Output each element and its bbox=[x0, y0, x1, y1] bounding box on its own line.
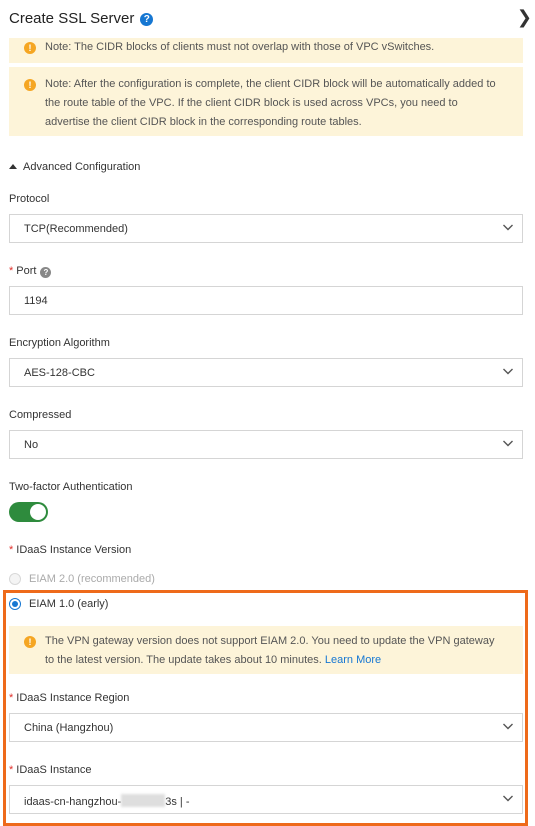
chevron-down-icon bbox=[503, 224, 513, 231]
required-mark: * bbox=[9, 265, 14, 277]
drawer-header: Create SSL Server? ❯ bbox=[0, 0, 535, 38]
chevron-down-icon bbox=[503, 723, 513, 730]
warning-icon: ! bbox=[24, 79, 36, 91]
chevron-down-icon bbox=[503, 795, 513, 802]
notice-text: Note: The CIDR blocks of clients must no… bbox=[45, 41, 435, 53]
encryption-value: AES-128-CBC bbox=[24, 367, 95, 379]
advanced-config-label: Advanced Configuration bbox=[23, 161, 141, 173]
port-input[interactable] bbox=[9, 286, 523, 315]
instance-id-prefix: idaas-cn-hangzhou- bbox=[24, 796, 122, 808]
idaas-region-select[interactable]: China (Hangzhou) bbox=[9, 713, 523, 742]
radio-circle bbox=[9, 598, 21, 610]
instance-id-suffix: 3s | - bbox=[165, 796, 190, 808]
idaas-region-value: China (Hangzhou) bbox=[24, 722, 114, 734]
idaas-instance-value: idaas-cn-hangzhou- 3s | - bbox=[24, 794, 190, 808]
encryption-select[interactable]: AES-128-CBC bbox=[9, 358, 523, 387]
idaas-instance-select[interactable]: idaas-cn-hangzhou- 3s | - bbox=[9, 785, 523, 814]
port-label: * Port? bbox=[9, 265, 52, 278]
help-icon[interactable]: ? bbox=[140, 13, 154, 26]
page-title: Create SSL Server? bbox=[9, 10, 154, 27]
idaas-version-label: * IDaaS Instance Version bbox=[9, 544, 131, 556]
required-mark: * bbox=[9, 544, 14, 556]
required-mark: * bbox=[9, 692, 14, 704]
compressed-select[interactable]: No bbox=[9, 430, 523, 459]
idaas-instance-label-text: IDaaS Instance bbox=[16, 764, 92, 776]
toggle-knob bbox=[30, 504, 46, 520]
port-label-text: Port bbox=[16, 265, 37, 277]
collapse-triangle-icon bbox=[9, 164, 17, 169]
radio-label: EIAM 1.0 (early) bbox=[29, 598, 109, 610]
two-factor-label: Two-factor Authentication bbox=[9, 481, 133, 493]
notice-cidr-route: ! Note: After the configuration is compl… bbox=[9, 67, 523, 136]
close-icon[interactable]: ❯ bbox=[517, 8, 532, 26]
compressed-label: Compressed bbox=[9, 409, 72, 421]
warning-icon: ! bbox=[24, 42, 36, 54]
radio-label: EIAM 2.0 (recommended) bbox=[29, 573, 155, 585]
warning-icon: ! bbox=[24, 636, 36, 648]
idaas-instance-label: * IDaaS Instance bbox=[9, 764, 92, 776]
redacted-block bbox=[121, 794, 166, 807]
encryption-label: Encryption Algorithm bbox=[9, 337, 110, 349]
notice-text: Note: After the configuration is complet… bbox=[45, 78, 496, 128]
protocol-label: Protocol bbox=[9, 193, 50, 205]
notice-text: The VPN gateway version does not support… bbox=[45, 632, 499, 670]
idaas-version-label-text: IDaaS Instance Version bbox=[16, 544, 132, 556]
protocol-select[interactable]: TCP(Recommended) bbox=[9, 214, 523, 243]
chevron-down-icon bbox=[503, 368, 513, 375]
eiam-warning-text: The VPN gateway version does not support… bbox=[45, 635, 495, 666]
port-input-box[interactable] bbox=[10, 287, 522, 314]
idaas-region-label: * IDaaS Instance Region bbox=[9, 692, 129, 704]
advanced-config-toggle[interactable]: Advanced Configuration bbox=[9, 161, 140, 173]
two-factor-toggle[interactable] bbox=[9, 502, 48, 522]
chevron-down-icon bbox=[503, 440, 513, 447]
notice-eiam-warning: ! The VPN gateway version does not suppo… bbox=[9, 626, 523, 674]
title-text: Create SSL Server bbox=[9, 10, 135, 27]
protocol-value: TCP(Recommended) bbox=[24, 223, 128, 235]
idaas-region-label-text: IDaaS Instance Region bbox=[16, 692, 130, 704]
compressed-value: No bbox=[24, 439, 39, 451]
help-question-icon[interactable]: ? bbox=[40, 267, 52, 278]
learn-more-link[interactable]: Learn More bbox=[325, 654, 381, 666]
required-mark: * bbox=[9, 764, 14, 776]
radio-circle bbox=[9, 573, 21, 585]
